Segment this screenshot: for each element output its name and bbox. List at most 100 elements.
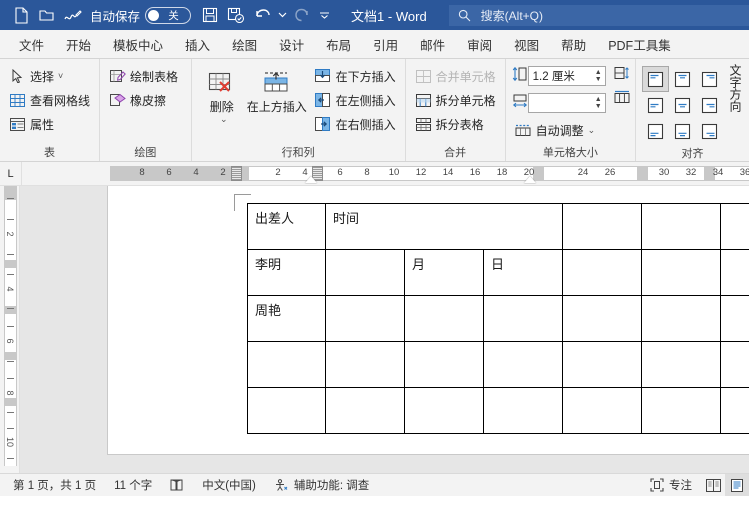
row-height-spinner[interactable]: ▲ ▼ <box>592 67 605 85</box>
table-row[interactable]: 李明 月 日 <box>247 249 749 296</box>
table-cell[interactable]: 李明 <box>247 249 326 296</box>
table-cell[interactable] <box>562 387 642 434</box>
tab-mailings[interactable]: 邮件 <box>409 30 456 58</box>
table-cell[interactable] <box>720 387 749 434</box>
table-cell[interactable] <box>404 341 484 388</box>
align-top-left-button[interactable] <box>642 66 669 92</box>
horizontal-ruler[interactable]: L 8 6 4 2 2 4 6 8 10 12 14 16 18 20 24 2… <box>0 162 749 186</box>
document-table[interactable]: 出差人 时间 李明 月 日 周艳 <box>247 203 749 434</box>
tab-draw[interactable]: 绘图 <box>221 30 268 58</box>
table-row[interactable]: 出差人 时间 <box>247 203 749 250</box>
vruler-row-marker-4[interactable] <box>4 398 17 406</box>
table-cell[interactable] <box>483 387 563 434</box>
properties-button[interactable]: 属性 <box>6 112 94 136</box>
autosave-toggle[interactable]: 关 <box>145 6 192 24</box>
vertical-ruler[interactable]: 2 4 6 8 10 <box>0 186 20 473</box>
autofit-button[interactable]: 自动调整 ⌄ <box>512 118 630 142</box>
split-table-button[interactable]: 拆分表格 <box>412 112 500 136</box>
undo-dropdown-icon[interactable] <box>275 2 289 28</box>
table-cell[interactable] <box>641 341 721 388</box>
folder-open-icon[interactable] <box>34 2 60 28</box>
table-cell[interactable]: 周艳 <box>247 295 326 342</box>
table-cell[interactable] <box>562 249 642 296</box>
distribute-columns-button[interactable] <box>614 88 630 112</box>
page-info[interactable]: 第 1 页，共 1 页 <box>4 477 105 493</box>
tab-home[interactable]: 开始 <box>55 30 102 58</box>
table-row[interactable] <box>247 387 749 434</box>
chevron-down-icon[interactable]: ˅ <box>58 71 63 81</box>
table-cell[interactable] <box>483 295 563 342</box>
left-indent-marker[interactable] <box>305 176 317 183</box>
read-mode-icon[interactable] <box>701 474 725 496</box>
table-cell[interactable] <box>483 341 563 388</box>
row-height-field[interactable]: 1.2 厘米 ▲ ▼ <box>512 64 611 88</box>
insert-below-button[interactable]: 在下方插入 <box>312 64 400 88</box>
tab-references[interactable]: 引用 <box>362 30 409 58</box>
table-cell[interactable] <box>562 203 642 250</box>
accessibility-status[interactable]: 辅助功能: 调查 <box>265 477 378 493</box>
table-row[interactable]: 周艳 <box>247 295 749 342</box>
table-cell[interactable] <box>562 341 642 388</box>
chevron-down-icon[interactable]: ⌄ <box>220 114 228 125</box>
table-cell[interactable] <box>562 295 642 342</box>
tab-view[interactable]: 视图 <box>503 30 550 58</box>
align-bottom-left-button[interactable] <box>642 118 669 144</box>
insert-above-button[interactable]: 在上方插入 <box>246 64 308 143</box>
ruler-track[interactable]: 8 6 4 2 2 4 6 8 10 12 14 16 18 20 24 26 … <box>22 162 749 185</box>
table-cell[interactable] <box>404 387 484 434</box>
qat-more-icon[interactable] <box>315 2 333 28</box>
vruler-row-marker-3[interactable] <box>4 352 17 360</box>
table-cell[interactable] <box>720 249 749 296</box>
tab-layout[interactable]: 布局 <box>315 30 362 58</box>
view-gridlines-button[interactable]: 查看网格线 <box>6 88 94 112</box>
table-cell[interactable] <box>641 387 721 434</box>
table-row[interactable] <box>247 341 749 388</box>
tab-file[interactable]: 文件 <box>8 30 55 58</box>
print-layout-icon[interactable] <box>725 474 749 496</box>
undo-icon[interactable] <box>249 2 275 28</box>
tab-review[interactable]: 审阅 <box>456 30 503 58</box>
table-cell[interactable] <box>404 295 484 342</box>
table-cell[interactable] <box>720 203 749 250</box>
table-cell[interactable] <box>247 387 326 434</box>
chevron-down-icon[interactable]: ⌄ <box>588 125 596 136</box>
column-width-field[interactable]: ▲ ▼ <box>512 91 611 115</box>
table-cell[interactable]: 月 <box>404 249 484 296</box>
document-canvas[interactable]: 出差人 时间 李明 月 日 周艳 <box>20 186 749 473</box>
table-cell[interactable] <box>325 295 405 342</box>
insert-right-button[interactable]: 在右侧插入 <box>312 112 400 136</box>
table-cell-merged-time[interactable]: 时间 <box>325 203 563 250</box>
insert-left-button[interactable]: 在左侧插入 <box>312 88 400 112</box>
text-direction-button[interactable]: 文字方向 <box>723 64 744 142</box>
align-bottom-right-button[interactable] <box>696 118 723 144</box>
column-width-spinner[interactable]: ▲ ▼ <box>592 94 605 112</box>
align-middle-center-button[interactable] <box>669 92 696 118</box>
row-height-input[interactable]: 1.2 厘米 ▲ ▼ <box>527 66 606 86</box>
tab-stop-selector[interactable]: L <box>0 162 22 185</box>
table-cell[interactable] <box>720 295 749 342</box>
focus-mode-button[interactable]: 专注 <box>641 477 701 493</box>
distribute-rows-button[interactable] <box>614 64 630 88</box>
align-bottom-center-button[interactable] <box>669 118 696 144</box>
align-middle-right-button[interactable] <box>696 92 723 118</box>
eraser-button[interactable]: 橡皮擦 <box>106 88 182 112</box>
tab-design[interactable]: 设计 <box>268 30 315 58</box>
ruler-table-marker-2[interactable] <box>637 166 648 181</box>
table-cell[interactable] <box>325 341 405 388</box>
tab-template-center[interactable]: 模板中心 <box>102 30 174 58</box>
align-top-right-button[interactable] <box>696 66 723 92</box>
align-middle-left-button[interactable] <box>642 92 669 118</box>
language-indicator[interactable]: 中文(中国) <box>193 477 265 493</box>
vruler-row-marker-1[interactable] <box>4 260 17 268</box>
table-cell[interactable] <box>247 341 326 388</box>
align-top-center-button[interactable] <box>669 66 696 92</box>
right-indent-marker[interactable] <box>524 176 536 183</box>
search-input[interactable]: 搜索(Alt+Q) <box>448 4 749 26</box>
table-cell[interactable] <box>641 203 721 250</box>
tab-insert[interactable]: 插入 <box>174 30 221 58</box>
draw-table-button[interactable]: 绘制表格 <box>106 64 182 88</box>
column-width-input[interactable]: ▲ ▼ <box>527 93 606 113</box>
ruler-handle-table-start[interactable] <box>231 166 242 181</box>
select-button[interactable]: 选择 ˅ <box>6 64 94 88</box>
delete-button[interactable]: 删除 ⌄ <box>198 64 246 143</box>
